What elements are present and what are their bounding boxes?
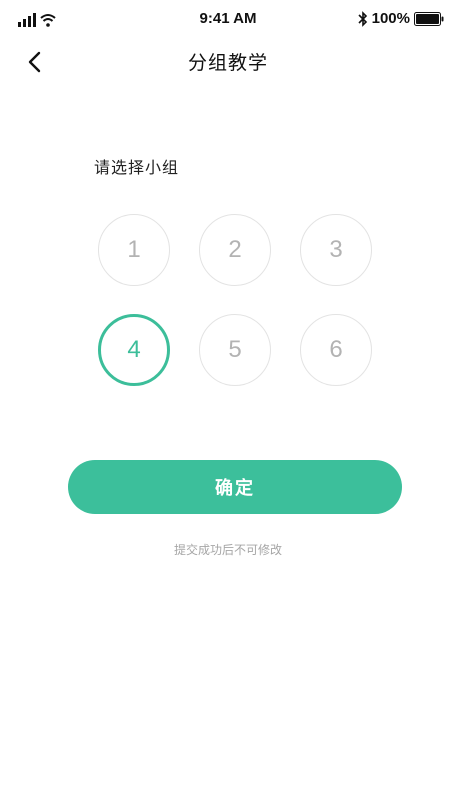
submit-hint: 提交成功后不可修改 (173, 543, 282, 557)
group-option-6[interactable]: 6 (300, 314, 372, 386)
battery-percent: 100% (371, 10, 410, 27)
status-right: 100% (358, 10, 444, 27)
nav-bar: 分组教学 (0, 40, 456, 84)
group-option-2[interactable]: 2 (199, 214, 271, 286)
group-option-4[interactable]: 4 (98, 314, 170, 386)
battery-icon (414, 11, 444, 26)
group-select-label: 请选择小组 (94, 158, 180, 177)
group-options: 1 2 3 4 5 6 (98, 214, 374, 386)
group-option-1[interactable]: 1 (98, 214, 170, 286)
group-option-3[interactable]: 3 (300, 214, 372, 286)
group-option-5[interactable]: 5 (199, 314, 271, 386)
confirm-button[interactable]: 确定 (68, 460, 402, 514)
status-bar: 9:41 AM 100% (0, 0, 456, 40)
page-title: 分组教学 (187, 52, 268, 74)
bluetooth-icon (358, 10, 367, 27)
